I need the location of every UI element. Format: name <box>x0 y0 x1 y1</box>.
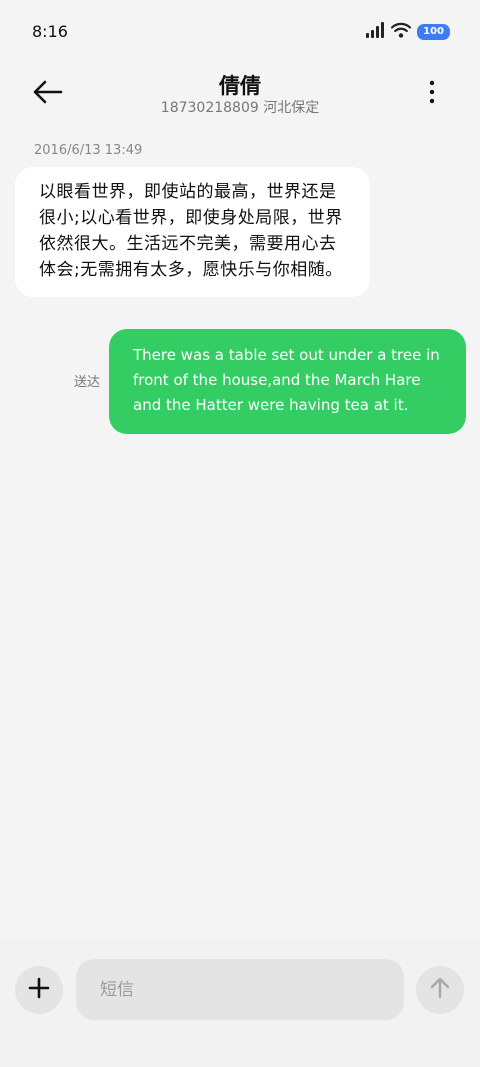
cellular-signal-icon <box>365 22 385 42</box>
message-input[interactable] <box>76 959 404 1020</box>
delivery-status: 送达 <box>74 375 101 390</box>
battery-icon: 100 <box>417 24 450 40</box>
send-button[interactable] <box>416 966 464 1014</box>
message-timestamp: 2016/6/13 13:49 <box>34 143 143 158</box>
wifi-icon <box>391 22 412 42</box>
composer-bar <box>0 940 480 1067</box>
add-attachment-button[interactable] <box>15 966 63 1014</box>
more-vertical-icon <box>429 80 435 108</box>
conversation-header: 倩倩 18730218809 河北保定 <box>0 66 480 126</box>
status-bar: 8:16 100 <box>0 0 480 66</box>
outgoing-message-bubble[interactable]: There was a table set out under a tree i… <box>109 329 466 434</box>
status-time: 8:16 <box>32 22 68 41</box>
arrow-up-icon <box>430 977 450 1003</box>
contact-name: 倩倩 <box>219 74 261 98</box>
more-options-button[interactable] <box>416 78 448 110</box>
incoming-message-bubble[interactable]: 以眼看世界，即使站的最高，世界还是很小;以心看世界，即使身处局限，世界依然很大。… <box>15 167 370 297</box>
contact-number-location: 18730218809 河北保定 <box>160 100 320 116</box>
plus-icon <box>28 977 50 1003</box>
status-icons: 100 <box>365 20 450 44</box>
